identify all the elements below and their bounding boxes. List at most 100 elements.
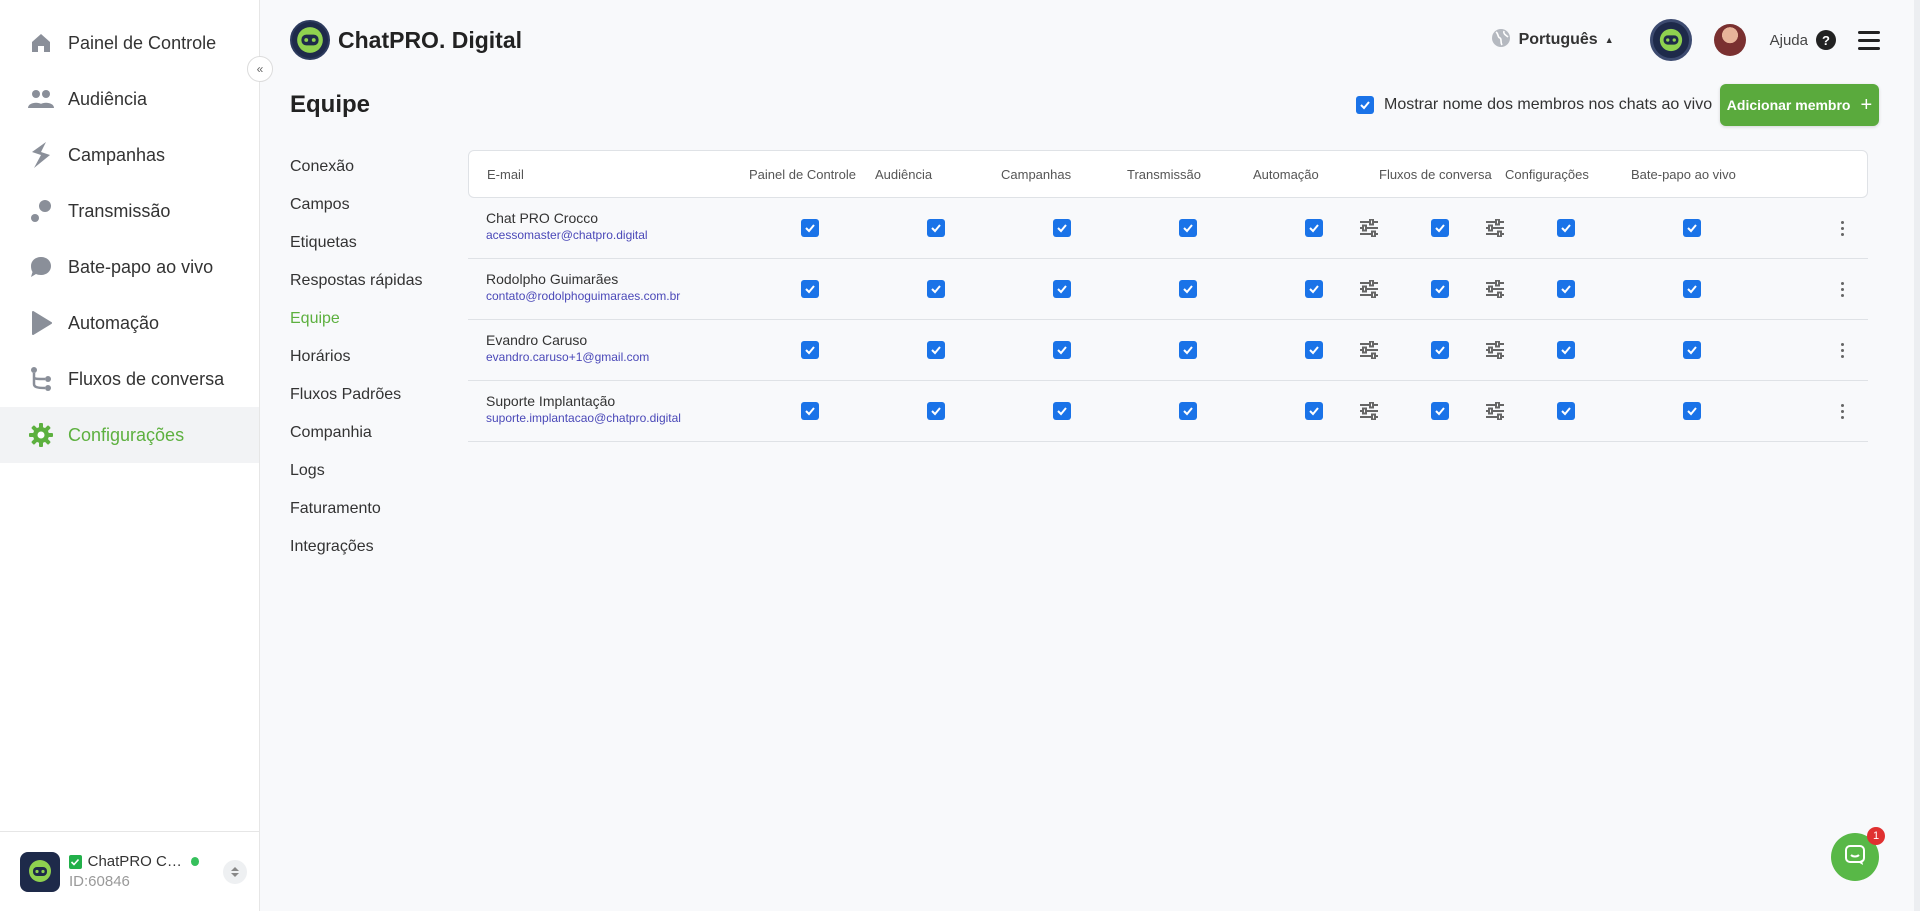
subnav-item-equipe[interactable]: Equipe xyxy=(290,300,423,338)
sidebar-item-label: Painel de Controle xyxy=(68,32,217,53)
collapse-sidebar-button[interactable]: « xyxy=(247,56,273,82)
sidebar-item-configuracoes[interactable]: Configurações xyxy=(0,407,259,463)
account-logo xyxy=(20,851,60,892)
permission-checkbox-configuracoes[interactable] xyxy=(1557,280,1575,298)
permission-checkbox-automacao[interactable] xyxy=(1305,280,1323,298)
support-chat-launcher[interactable]: 1 xyxy=(1831,827,1885,881)
permission-checkbox-painel[interactable] xyxy=(801,280,819,298)
configuracoes-tune-icon[interactable] xyxy=(1359,218,1379,238)
notification-badge: 1 xyxy=(1867,827,1885,845)
table-row: Rodolpho Guimarães contato@rodolphoguima… xyxy=(468,259,1868,320)
column-header-automacao: Automação xyxy=(1253,167,1319,182)
permission-checkbox-campanhas[interactable] xyxy=(1053,219,1071,237)
language-selector[interactable]: Português ▲ xyxy=(1491,28,1614,53)
permission-checkbox-campanhas[interactable] xyxy=(1053,402,1071,420)
bate-papo-tune-icon[interactable] xyxy=(1485,218,1505,238)
row-more-options-icon[interactable] xyxy=(1832,401,1852,421)
permission-checkbox-bate-papo[interactable] xyxy=(1683,280,1701,298)
sidebar-item-painel-de-controle[interactable]: Painel de Controle xyxy=(0,15,259,71)
bot-avatar[interactable] xyxy=(1649,19,1692,61)
permission-checkbox-bate-papo[interactable] xyxy=(1683,402,1701,420)
account-id: ID:60846 xyxy=(69,873,130,890)
sidebar-item-audiencia[interactable]: Audiência xyxy=(0,71,259,127)
permission-checkbox-bate-papo[interactable] xyxy=(1683,219,1701,237)
sidebar-item-campanhas[interactable]: Campanhas xyxy=(0,127,259,183)
brand-title: ChatPRO. Digital xyxy=(338,26,523,53)
subnav-item-campos[interactable]: Campos xyxy=(290,186,423,224)
permission-checkbox-painel[interactable] xyxy=(801,402,819,420)
column-header-painel: Painel de Controle xyxy=(749,167,856,182)
add-member-button[interactable]: Adicionar membro + xyxy=(1720,84,1879,126)
permission-checkbox-bate-papo[interactable] xyxy=(1683,341,1701,359)
row-more-options-icon[interactable] xyxy=(1832,218,1852,238)
sidebar-item-bate-papo[interactable]: Bate-papo ao vivo xyxy=(0,239,259,295)
account-switcher[interactable]: ChatPRO Clie... ID:60846 xyxy=(0,831,259,911)
permission-checkbox-fluxos[interactable] xyxy=(1431,402,1449,420)
bate-papo-tune-icon[interactable] xyxy=(1485,279,1505,299)
header-actions: Português ▲ Ajuda ? xyxy=(1491,18,1880,62)
subnav-item-fluxos-padroes[interactable]: Fluxos Padrões xyxy=(290,376,423,414)
permission-checkbox-transmissao[interactable] xyxy=(1179,402,1197,420)
subnav-item-integracoes[interactable]: Integrações xyxy=(290,528,423,566)
permission-checkbox-automacao[interactable] xyxy=(1305,219,1323,237)
permission-checkbox-configuracoes[interactable] xyxy=(1557,402,1575,420)
permission-checkbox-painel[interactable] xyxy=(801,341,819,359)
sidebar-item-label: Campanhas xyxy=(68,144,166,165)
subnav-item-horarios[interactable]: Horários xyxy=(290,338,423,376)
permission-checkbox-campanhas[interactable] xyxy=(1053,341,1071,359)
brand[interactable]: ChatPRO. Digital xyxy=(290,20,522,60)
row-more-options-icon[interactable] xyxy=(1832,340,1852,360)
online-status-dot xyxy=(190,857,199,866)
table-row: Suporte Implantação suporte.implantacao@… xyxy=(468,381,1868,442)
hamburger-menu-icon[interactable] xyxy=(1858,30,1880,50)
permission-checkbox-configuracoes[interactable] xyxy=(1557,219,1575,237)
permission-checkbox-audiencia[interactable] xyxy=(927,341,945,359)
row-more-options-icon[interactable] xyxy=(1832,279,1852,299)
permission-checkbox-fluxos[interactable] xyxy=(1431,219,1449,237)
permission-checkbox-automacao[interactable] xyxy=(1305,402,1323,420)
user-avatar[interactable] xyxy=(1713,24,1746,56)
subnav-item-etiquetas[interactable]: Etiquetas xyxy=(290,224,423,262)
permission-checkbox-fluxos[interactable] xyxy=(1431,341,1449,359)
permission-checkbox-audiencia[interactable] xyxy=(927,219,945,237)
subnav-item-faturamento[interactable]: Faturamento xyxy=(290,490,423,528)
permission-checkbox-audiencia[interactable] xyxy=(927,402,945,420)
permission-checkbox-audiencia[interactable] xyxy=(927,280,945,298)
subnav-item-logs[interactable]: Logs xyxy=(290,452,423,490)
sidebar-item-automacao[interactable]: Automação xyxy=(0,295,259,351)
account-switch-icon[interactable] xyxy=(223,859,247,884)
sidebar-item-label: Automação xyxy=(68,312,160,333)
broadcast-icon xyxy=(28,198,54,224)
bate-papo-tune-icon[interactable] xyxy=(1485,340,1505,360)
page-title: Equipe xyxy=(290,91,371,118)
sidebar-item-transmissao[interactable]: Transmissão xyxy=(0,183,259,239)
permission-checkbox-campanhas[interactable] xyxy=(1053,280,1071,298)
subnav-item-respostas-rapidas[interactable]: Respostas rápidas xyxy=(290,262,423,300)
sidebar-item-fluxos-de-conversa[interactable]: Fluxos de conversa xyxy=(0,351,259,407)
configuracoes-tune-icon[interactable] xyxy=(1359,401,1379,421)
permission-checkbox-automacao[interactable] xyxy=(1305,341,1323,359)
member-name: Chat PRO Crocco xyxy=(486,210,599,226)
permission-checkbox-transmissao[interactable] xyxy=(1179,280,1197,298)
permission-checkbox-configuracoes[interactable] xyxy=(1557,341,1575,359)
page-scrollbar[interactable] xyxy=(1914,0,1920,911)
subnav-item-companhia[interactable]: Companhia xyxy=(290,414,423,452)
permission-checkbox-painel[interactable] xyxy=(801,219,819,237)
configuracoes-tune-icon[interactable] xyxy=(1359,340,1379,360)
configuracoes-tune-icon[interactable] xyxy=(1359,279,1379,299)
subnav-item-conexao[interactable]: Conexão xyxy=(290,148,423,186)
plus-icon: + xyxy=(1860,94,1873,116)
table-row: Evandro Caruso evandro.caruso+1@gmail.co… xyxy=(468,320,1868,381)
column-header-campanhas: Campanhas xyxy=(1001,167,1072,182)
sidebar-nav: Painel de Controle Audiência Campanhas T… xyxy=(0,0,259,463)
permission-checkbox-transmissao[interactable] xyxy=(1179,219,1197,237)
checkbox-checked-icon[interactable] xyxy=(1356,96,1374,114)
permission-checkbox-fluxos[interactable] xyxy=(1431,280,1449,298)
help-link[interactable]: Ajuda ? xyxy=(1770,30,1836,50)
permission-checkbox-transmissao[interactable] xyxy=(1179,341,1197,359)
show-member-names-toggle[interactable]: Mostrar nome dos membros nos chats ao vi… xyxy=(1356,96,1712,114)
add-member-label: Adicionar membro xyxy=(1726,97,1851,113)
column-header-fluxos: Fluxos de conversa xyxy=(1379,167,1492,182)
sidebar: Painel de Controle Audiência Campanhas T… xyxy=(0,0,260,911)
bate-papo-tune-icon[interactable] xyxy=(1485,401,1505,421)
